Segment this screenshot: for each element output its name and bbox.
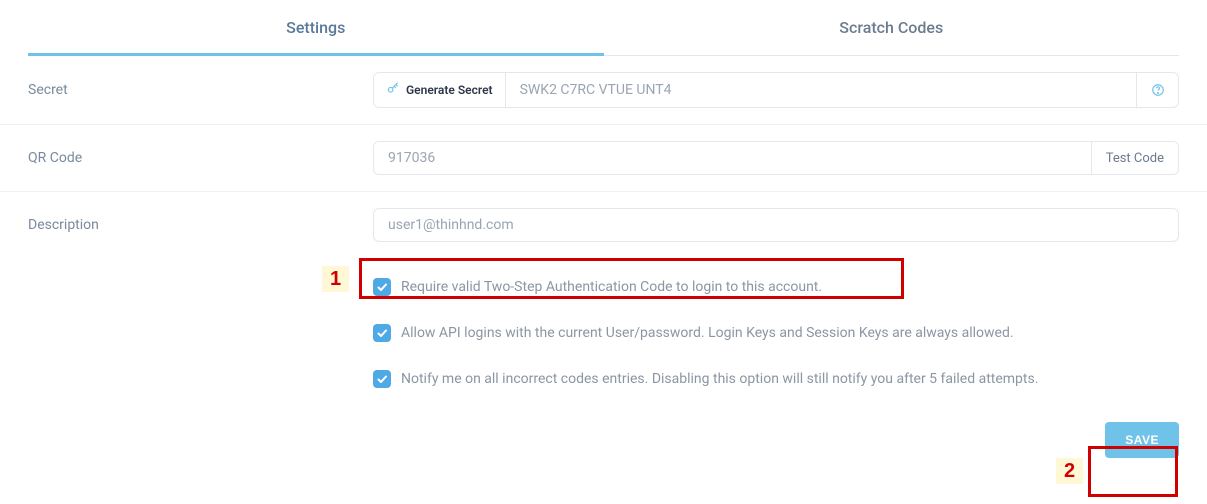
tabs: Settings Scratch Codes [28,0,1179,56]
save-button[interactable]: SAVE [1105,422,1179,458]
checkbox-section: Require valid Two-Step Authentication Co… [0,258,1207,402]
actions-bar: SAVE [0,402,1207,478]
secret-input-group: Generate Secret [373,72,1179,108]
label-secret: Secret [28,82,373,98]
qr-code-input-group: Test Code [373,141,1179,175]
secret-input[interactable] [506,73,1136,107]
checkbox-notify-incorrect[interactable] [373,370,391,388]
checkbox-allow-api[interactable] [373,324,391,342]
qr-code-input[interactable] [374,142,1091,174]
key-icon [386,81,400,99]
label-allow-api: Allow API logins with the current User/p… [401,325,1014,341]
label-description: Description [28,217,373,233]
label-require-2fa: Require valid Two-Step Authentication Co… [401,279,822,295]
row-qr-code: QR Code Test Code [0,125,1207,192]
help-icon[interactable] [1136,73,1178,107]
settings-panel: Settings Scratch Codes Secret Generate S… [0,0,1207,478]
annotation-1-number: 1 [322,266,349,292]
annotation-2-number: 2 [1056,458,1083,484]
test-code-button[interactable]: Test Code [1091,142,1178,174]
generate-secret-label: Generate Secret [406,83,493,97]
row-description: Description [0,192,1207,258]
row-notify-incorrect: Notify me on all incorrect codes entries… [0,356,1207,402]
label-qr-code: QR Code [28,150,373,166]
checkbox-require-2fa[interactable] [373,278,391,296]
description-input[interactable] [373,208,1179,242]
label-notify-incorrect: Notify me on all incorrect codes entries… [401,371,1038,387]
row-require-2fa: Require valid Two-Step Authentication Co… [0,264,1207,310]
row-secret: Secret Generate Secret [0,56,1207,125]
generate-secret-button[interactable]: Generate Secret [374,73,506,107]
tab-scratch-codes[interactable]: Scratch Codes [604,0,1180,55]
tab-settings[interactable]: Settings [28,0,604,55]
row-allow-api: Allow API logins with the current User/p… [0,310,1207,356]
